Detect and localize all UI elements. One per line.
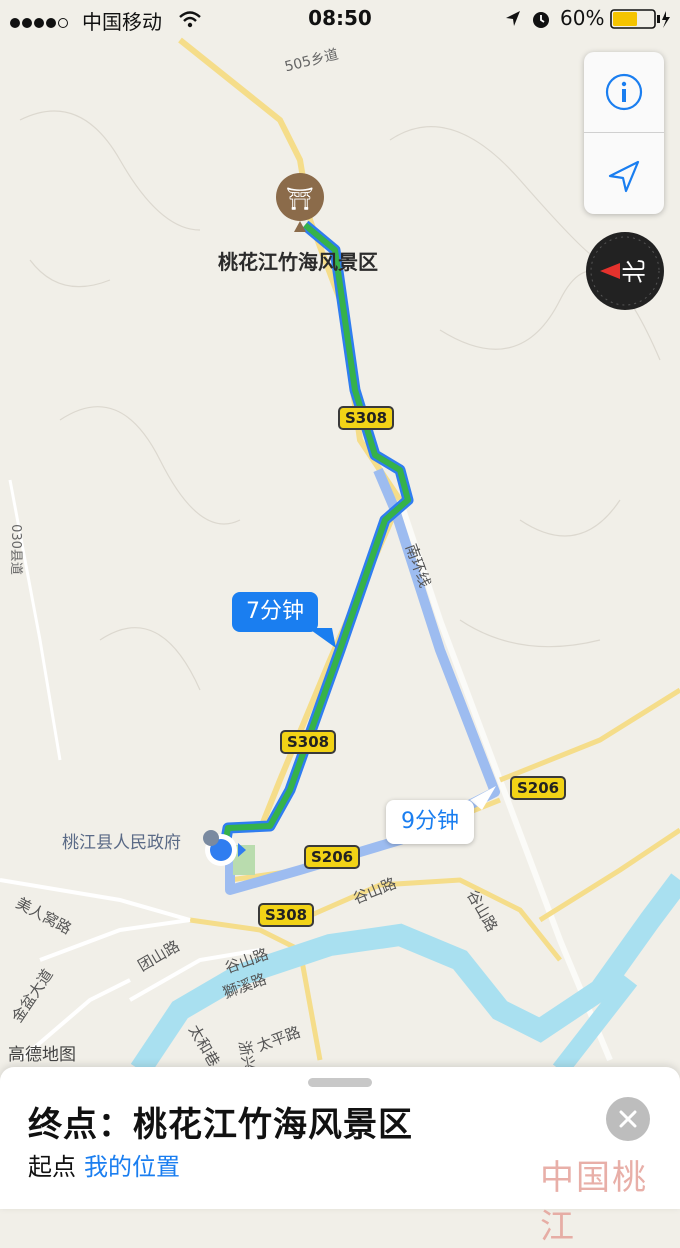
close-button[interactable] (606, 1097, 650, 1141)
poi-label[interactable]: 桃花江竹海风景区 (218, 246, 378, 275)
government-label[interactable]: 桃江县人民政府 (62, 828, 181, 853)
callout-pointer (470, 786, 496, 810)
alt-route-time: 9分钟 (401, 809, 459, 834)
compass-north-label: 北 (620, 259, 649, 284)
sheet-grabber[interactable] (308, 1078, 372, 1087)
gov-icon (203, 830, 219, 846)
primary-route-time-callout[interactable]: 7分钟 (232, 592, 318, 632)
destination-row: 终点：桃花江竹海风景区 (28, 1097, 413, 1146)
road-shield-s308: S308 (338, 406, 395, 430)
map-provider-logo: 高德地图 (8, 1045, 76, 1065)
start-location-link[interactable]: 我的位置 (84, 1153, 180, 1181)
primary-route-time: 7分钟 (246, 599, 304, 624)
svg-text:⛩: ⛩ (286, 187, 314, 212)
controls-divider (584, 132, 664, 133)
compass-button[interactable]: 北 (586, 232, 664, 310)
road-shield-s206: S206 (304, 845, 361, 869)
close-icon (619, 1110, 637, 1128)
info-icon[interactable] (604, 72, 644, 112)
map-controls (584, 52, 664, 214)
alarm-icon (533, 12, 549, 28)
watermark: 中国桃江 (540, 1158, 648, 1247)
destination-label: 终点： (28, 1105, 133, 1145)
road-shield-s206: S206 (510, 776, 567, 800)
location-services-icon (506, 11, 520, 26)
destination-name: 桃花江竹海风景区 (133, 1105, 413, 1145)
road-shield-s308: S308 (258, 903, 315, 927)
road-shield-s308: S308 (280, 730, 337, 754)
location-arrow-icon[interactable] (604, 156, 644, 196)
status-bar: 中国移动 08:50 60% (0, 0, 680, 38)
alt-route-time-callout[interactable]: 9分钟 (386, 800, 474, 844)
map-view[interactable]: ⛩ (0, 0, 680, 1209)
battery-icon (610, 9, 670, 29)
start-label: 起点 (28, 1153, 76, 1181)
battery-percent: 60% (560, 6, 605, 30)
road-label-030: 030县道 (7, 524, 23, 575)
start-row: 起点 我的位置 (28, 1147, 180, 1182)
